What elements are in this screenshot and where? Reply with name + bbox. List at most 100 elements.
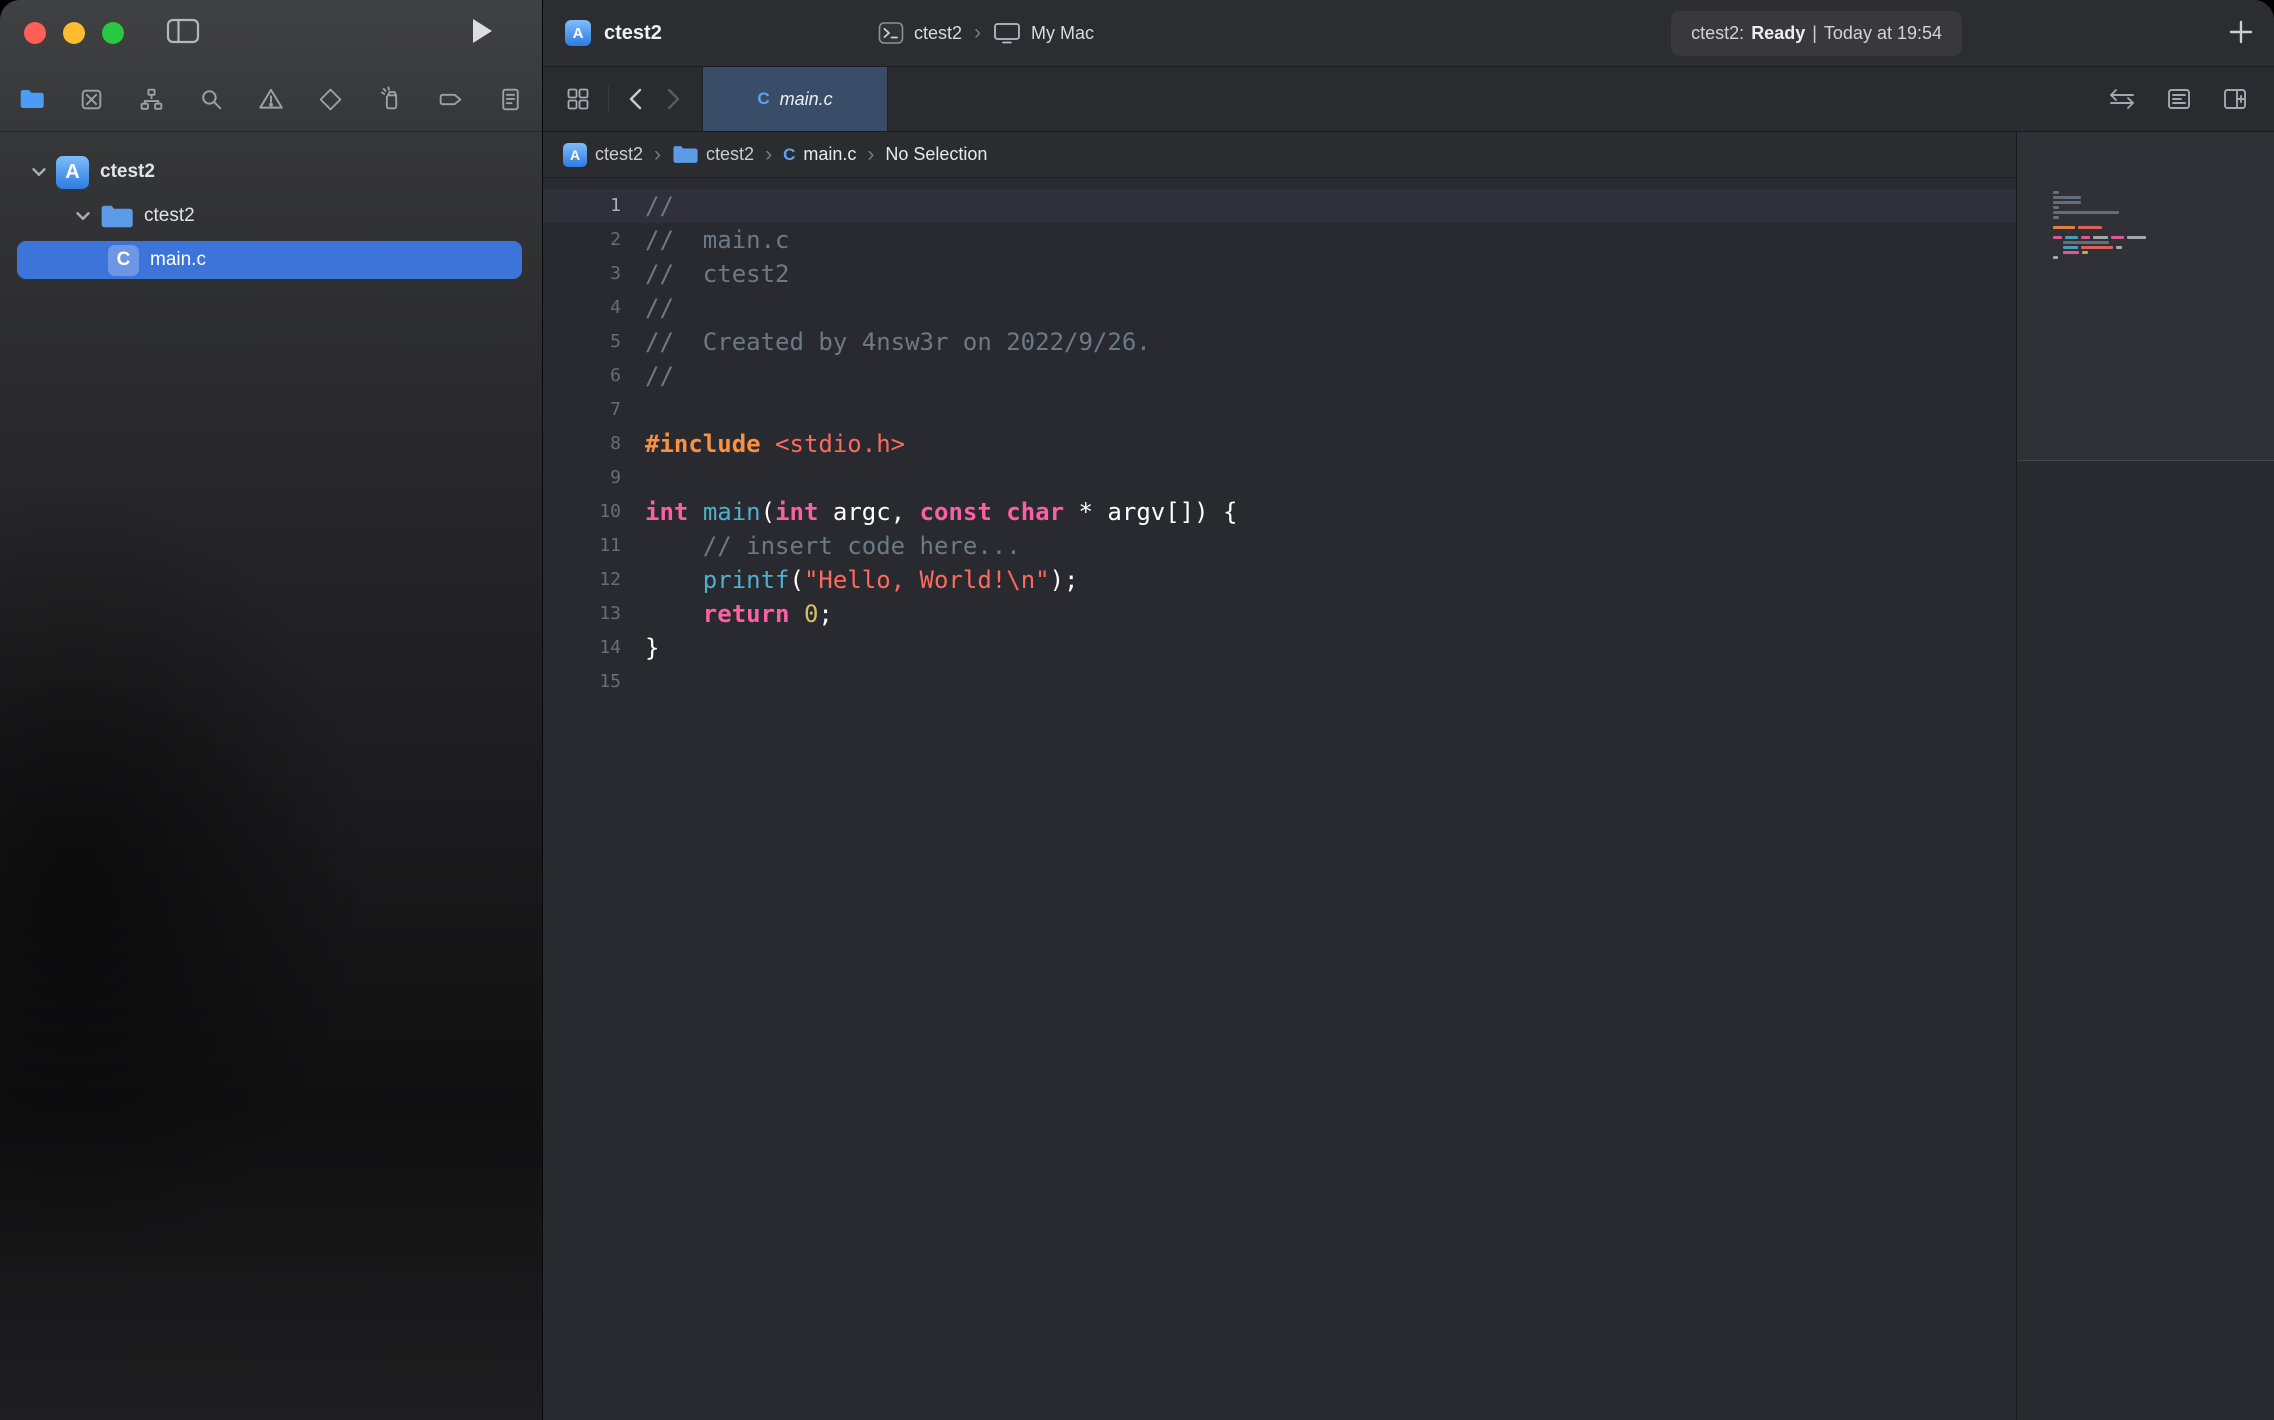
tab-actions (2108, 67, 2274, 131)
line-number[interactable]: 9 (543, 461, 621, 495)
sidebar-divider[interactable] (542, 0, 543, 1420)
jump-bar-item-selection[interactable]: No Selection (885, 144, 987, 165)
jump-bar: A ctest2 › ctest2 › C main.c › (543, 132, 2016, 178)
code-editor[interactable]: 1//2// main.c3// ctest24//5// Created by… (543, 178, 2016, 1420)
scheme-destination-label[interactable]: My Mac (1031, 23, 1094, 44)
code-review-icon[interactable] (2108, 87, 2136, 111)
line-number[interactable]: 14 (543, 631, 621, 665)
line-number[interactable]: 11 (543, 529, 621, 563)
minimap-bar (2063, 246, 2078, 249)
editor-content: A ctest2 › ctest2 › C main.c › (543, 132, 2274, 1420)
activity-status-view[interactable]: ctest2: Ready | Today at 19:54 (1671, 11, 1962, 56)
chevron-right-icon: › (652, 143, 663, 167)
minimap-bar (2053, 216, 2059, 219)
code-line[interactable]: 12 printf("Hello, World!\n"); (543, 563, 2016, 597)
editor-options-icon[interactable] (2166, 87, 2192, 111)
issue-navigator-icon[interactable] (254, 82, 288, 116)
minimap-lines (2053, 190, 2254, 265)
code-text: // (645, 359, 674, 393)
code-line[interactable]: 7 (543, 393, 2016, 427)
jump-bar-item-project[interactable]: A ctest2 (563, 143, 643, 167)
breakpoint-navigator-icon[interactable] (433, 82, 467, 116)
tree-row-group[interactable]: ctest2 (0, 194, 542, 238)
code-text: // ctest2 (645, 257, 790, 291)
status-time: Today at 19:54 (1824, 23, 1942, 44)
run-button[interactable] (470, 17, 494, 45)
code-text: int main(int argc, const char * argv[]) … (645, 495, 1237, 529)
minimap-bar (2053, 191, 2059, 194)
line-number[interactable]: 2 (543, 223, 621, 257)
code-line[interactable]: 11 // insert code here... (543, 529, 2016, 563)
symbol-navigator-icon[interactable] (135, 82, 169, 116)
disclosure-chevron-icon[interactable] (28, 161, 50, 183)
toggle-sidebar-icon[interactable] (166, 17, 200, 45)
line-number[interactable]: 1 (543, 189, 621, 223)
code-token-cm: // ctest2 (645, 260, 790, 288)
code-line[interactable]: 9 (543, 461, 2016, 495)
find-navigator-icon[interactable] (194, 82, 228, 116)
minimap-bar (2116, 246, 2122, 249)
tree-row-project[interactable]: A ctest2 (0, 150, 542, 194)
code-line[interactable]: 2 // main.c (543, 223, 2016, 257)
minimap[interactable] (2016, 132, 2274, 1420)
line-number[interactable]: 6 (543, 359, 621, 393)
back-icon[interactable] (626, 86, 646, 112)
library-add-icon[interactable] (2226, 17, 2256, 47)
line-number[interactable]: 8 (543, 427, 621, 461)
minimap-bar (2082, 251, 2088, 254)
close-button[interactable] (24, 22, 46, 44)
line-number[interactable]: 3 (543, 257, 621, 291)
main-area: A ctest2 ctest2 › My Mac ctest2: Ready |… (543, 0, 2274, 1420)
code-line[interactable]: 6 // (543, 359, 2016, 393)
minimap-bar (2053, 226, 2075, 229)
app-icon: A (56, 156, 89, 189)
line-number[interactable]: 4 (543, 291, 621, 325)
code-line[interactable]: 1// (543, 189, 2016, 223)
line-number[interactable]: 5 (543, 325, 621, 359)
minimap-bar (2053, 256, 2058, 259)
line-number[interactable]: 13 (543, 597, 621, 631)
code-line[interactable]: 15 (543, 665, 2016, 699)
status-project: ctest2: (1691, 23, 1744, 44)
jump-bar-item-group[interactable]: ctest2 (672, 144, 754, 165)
line-number[interactable]: 10 (543, 495, 621, 529)
code-token-num: 0 (804, 600, 818, 628)
minimap-viewport[interactable] (2017, 132, 2274, 461)
c-file-icon: C (757, 89, 769, 109)
zoom-button[interactable] (102, 22, 124, 44)
code-token-kw: char (1006, 498, 1064, 526)
code-line[interactable]: 14} (543, 631, 2016, 665)
line-number[interactable]: 12 (543, 563, 621, 597)
line-number[interactable]: 15 (543, 665, 621, 699)
minimap-bar (2127, 236, 2146, 239)
tab-main-c[interactable]: C main.c (702, 67, 888, 131)
toolbar-project-badge: A ctest2 (565, 0, 662, 66)
add-editor-icon[interactable] (2222, 87, 2248, 111)
scheme-selector[interactable]: ctest2 › My Mac (878, 0, 1094, 66)
code-line[interactable]: 3 // ctest2 (543, 257, 2016, 291)
scheme-target-label[interactable]: ctest2 (914, 23, 962, 44)
minimize-button[interactable] (63, 22, 85, 44)
jump-bar-item-file[interactable]: C main.c (783, 144, 856, 165)
code-line[interactable]: 4// (543, 291, 2016, 325)
source-control-navigator-icon[interactable] (75, 82, 109, 116)
tree-item-label: main.c (150, 249, 206, 271)
code-token-cm: // main.c (645, 226, 790, 254)
report-navigator-icon[interactable] (493, 82, 527, 116)
divider (608, 86, 609, 112)
code-line[interactable]: 8#include <stdio.h> (543, 427, 2016, 461)
line-number[interactable]: 7 (543, 393, 621, 427)
code-line[interactable]: 13 return 0; (543, 597, 2016, 631)
code-line[interactable]: 5// Created by 4nsw3r on 2022/9/26. (543, 325, 2016, 359)
disclosure-chevron-icon[interactable] (72, 205, 94, 227)
minimap-line (2053, 260, 2254, 265)
debug-navigator-icon[interactable] (374, 82, 408, 116)
test-navigator-icon[interactable] (314, 82, 348, 116)
forward-icon[interactable] (663, 86, 683, 112)
code-token-cm: // insert code here... (703, 532, 1021, 560)
related-items-icon[interactable] (565, 86, 591, 112)
project-tree: A ctest2 ctest2 C main.c (0, 150, 542, 282)
code-line[interactable]: 10 int main(int argc, const char * argv[]… (543, 495, 2016, 529)
tree-row-file-selected[interactable]: C main.c (0, 238, 542, 282)
project-navigator-icon[interactable] (15, 82, 49, 116)
